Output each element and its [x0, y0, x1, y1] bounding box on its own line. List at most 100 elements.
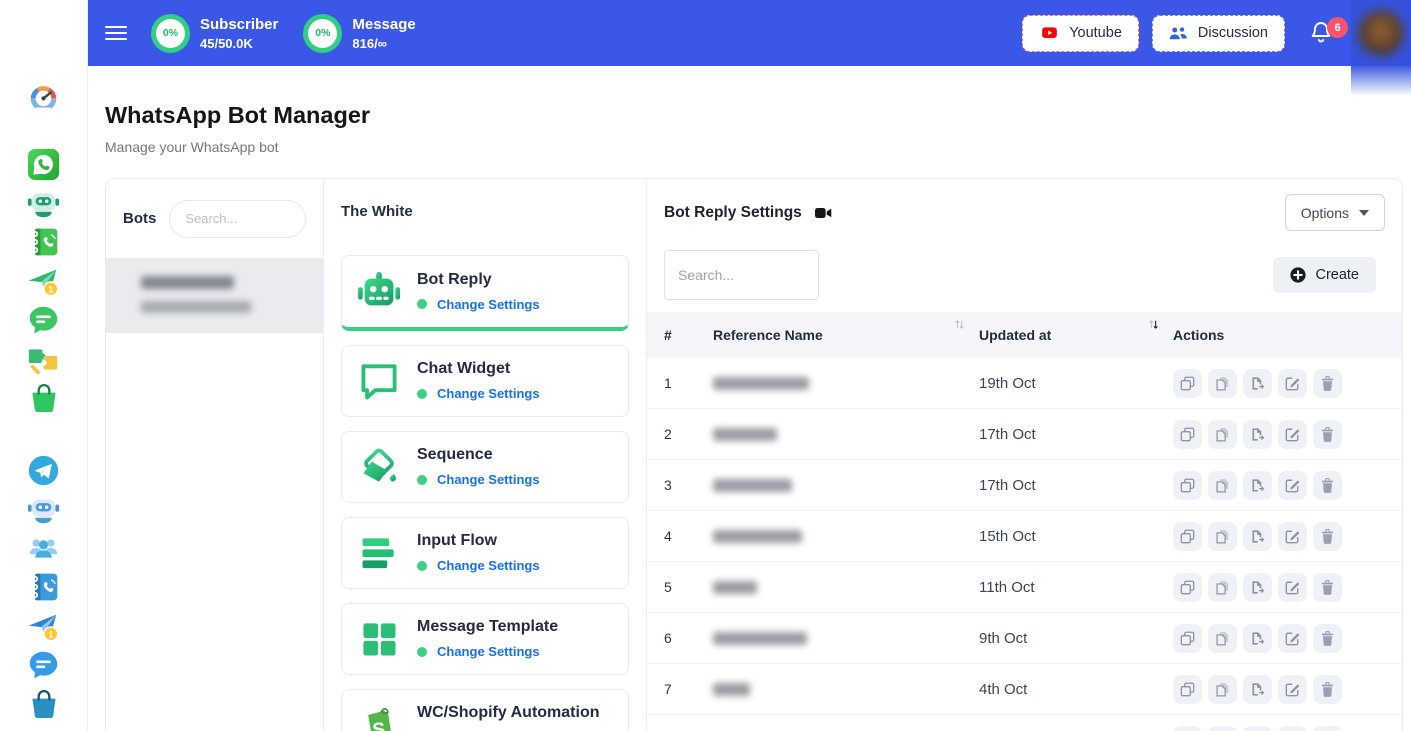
table-row: 217th Oct: [647, 409, 1402, 460]
notifications-button[interactable]: 6: [1309, 19, 1335, 47]
copy-button[interactable]: [1208, 522, 1237, 551]
sidebar-item-whatsapp-ecommerce[interactable]: [27, 381, 61, 415]
table-row: 119th Oct: [647, 358, 1402, 409]
edit-button[interactable]: [1278, 624, 1307, 653]
table-row: 415th Oct: [647, 511, 1402, 562]
duplicate-icon: [1180, 478, 1195, 493]
copy-button[interactable]: [1208, 726, 1237, 731]
options-button[interactable]: Options: [1285, 194, 1385, 231]
change-settings-link[interactable]: Change Settings: [437, 386, 540, 401]
sidebar-item-telegram-bot[interactable]: [27, 492, 61, 526]
top-bar: 0% Subscriber 45/50.0K 0% Message 816/∞ …: [88, 0, 1411, 66]
video-camera-icon[interactable]: [815, 207, 832, 219]
settings-card-bot-reply[interactable]: Bot ReplyChange Settings: [341, 255, 629, 331]
youtube-button[interactable]: Youtube: [1022, 15, 1139, 52]
edit-button[interactable]: [1278, 522, 1307, 551]
copy-button[interactable]: [1208, 573, 1237, 602]
edit-button[interactable]: [1278, 369, 1307, 398]
copy-button[interactable]: [1208, 369, 1237, 398]
settings-card-chat-widget[interactable]: Chat WidgetChange Settings: [341, 345, 629, 417]
page-subtitle: Manage your WhatsApp bot: [105, 139, 370, 155]
delete-button[interactable]: [1313, 471, 1342, 500]
sidebar-item-telegram-contacts[interactable]: [27, 570, 61, 604]
duplicate-button[interactable]: [1173, 726, 1202, 731]
delete-icon: [1321, 478, 1334, 493]
duplicate-button[interactable]: [1173, 675, 1202, 704]
change-settings-link[interactable]: Change Settings: [437, 472, 540, 487]
delete-button[interactable]: [1313, 420, 1342, 449]
copy-button[interactable]: [1208, 675, 1237, 704]
delete-button[interactable]: [1313, 369, 1342, 398]
settings-card-wc-shopify-automation[interactable]: SWC/Shopify AutomationChange Settings: [341, 689, 629, 731]
export-button[interactable]: [1243, 522, 1272, 551]
edit-icon: [1285, 682, 1300, 697]
settings-card-input-flow[interactable]: Input FlowChange Settings: [341, 517, 629, 589]
export-button[interactable]: [1243, 471, 1272, 500]
duplicate-button[interactable]: [1173, 624, 1202, 653]
status-dot: [417, 389, 427, 399]
delete-button[interactable]: [1313, 675, 1342, 704]
reply-search-input[interactable]: [664, 250, 819, 300]
copy-icon: [1215, 682, 1230, 697]
change-settings-link[interactable]: Change Settings: [437, 644, 540, 659]
delete-button[interactable]: [1313, 573, 1342, 602]
delete-button[interactable]: [1313, 726, 1342, 731]
sidebar-item-whatsapp-broadcast[interactable]: 1: [27, 264, 61, 298]
export-button[interactable]: [1243, 369, 1272, 398]
sidebar-item-whatsapp-contacts[interactable]: [27, 225, 61, 259]
duplicate-button[interactable]: [1173, 420, 1202, 449]
delete-button[interactable]: [1313, 624, 1342, 653]
updated-at-value: 17th Oct: [979, 477, 1173, 494]
sidebar-item-whatsapp[interactable]: [27, 147, 61, 181]
shopify-icon: S: [356, 705, 402, 731]
duplicate-icon: [1180, 580, 1195, 595]
menu-icon[interactable]: [105, 22, 129, 44]
column-header-updated-at[interactable]: Updated at: [979, 312, 1173, 358]
copy-button[interactable]: [1208, 471, 1237, 500]
export-icon: [1250, 427, 1265, 442]
change-settings-link[interactable]: Change Settings: [437, 558, 540, 573]
sidebar-item-whatsapp-bot[interactable]: [27, 186, 61, 220]
column-header-reference-name[interactable]: Reference Name: [713, 312, 979, 358]
sidebar-item-whatsapp-chat[interactable]: [27, 303, 61, 337]
delete-button[interactable]: [1313, 522, 1342, 551]
sidebar-item-telegram[interactable]: [27, 453, 61, 487]
duplicate-button[interactable]: [1173, 573, 1202, 602]
copy-button[interactable]: [1208, 624, 1237, 653]
export-button[interactable]: [1243, 726, 1272, 731]
bot-list-item[interactable]: [106, 259, 323, 333]
export-button[interactable]: [1243, 420, 1272, 449]
edit-button[interactable]: [1278, 420, 1307, 449]
duplicate-button[interactable]: [1173, 522, 1202, 551]
edit-button[interactable]: [1278, 726, 1307, 731]
copy-icon: [1215, 427, 1230, 442]
duplicate-button[interactable]: [1173, 369, 1202, 398]
sidebar-item-whatsapp-integration[interactable]: [27, 342, 61, 376]
export-button[interactable]: [1243, 675, 1272, 704]
duplicate-button[interactable]: [1173, 471, 1202, 500]
export-button[interactable]: [1243, 624, 1272, 653]
sidebar-item-telegram-chat[interactable]: [27, 648, 61, 682]
sort-desc-icon[interactable]: [1148, 319, 1159, 330]
edit-button[interactable]: [1278, 471, 1307, 500]
avatar[interactable]: [1358, 10, 1404, 56]
copy-icon: [1215, 478, 1230, 493]
create-button[interactable]: Create: [1273, 257, 1376, 293]
sidebar-item-dashboard[interactable]: [27, 80, 61, 114]
bots-search-input[interactable]: [169, 200, 306, 238]
export-button[interactable]: [1243, 573, 1272, 602]
settings-card-message-template[interactable]: Message TemplateChange Settings: [341, 603, 629, 675]
settings-card-sequence[interactable]: SequenceChange Settings: [341, 431, 629, 503]
sidebar-item-telegram-broadcast[interactable]: 1: [27, 609, 61, 643]
change-settings-link[interactable]: Change Settings: [437, 297, 540, 312]
edit-icon: [1285, 631, 1300, 646]
sidebar-item-telegram-ecommerce[interactable]: [27, 687, 61, 721]
edit-icon: [1285, 478, 1300, 493]
sidebar-item-telegram-group[interactable]: [27, 531, 61, 565]
discussion-button[interactable]: Discussion: [1152, 15, 1285, 52]
copy-icon: [1215, 529, 1230, 544]
edit-button[interactable]: [1278, 573, 1307, 602]
edit-button[interactable]: [1278, 675, 1307, 704]
copy-button[interactable]: [1208, 420, 1237, 449]
sort-icon[interactable]: [954, 319, 965, 330]
